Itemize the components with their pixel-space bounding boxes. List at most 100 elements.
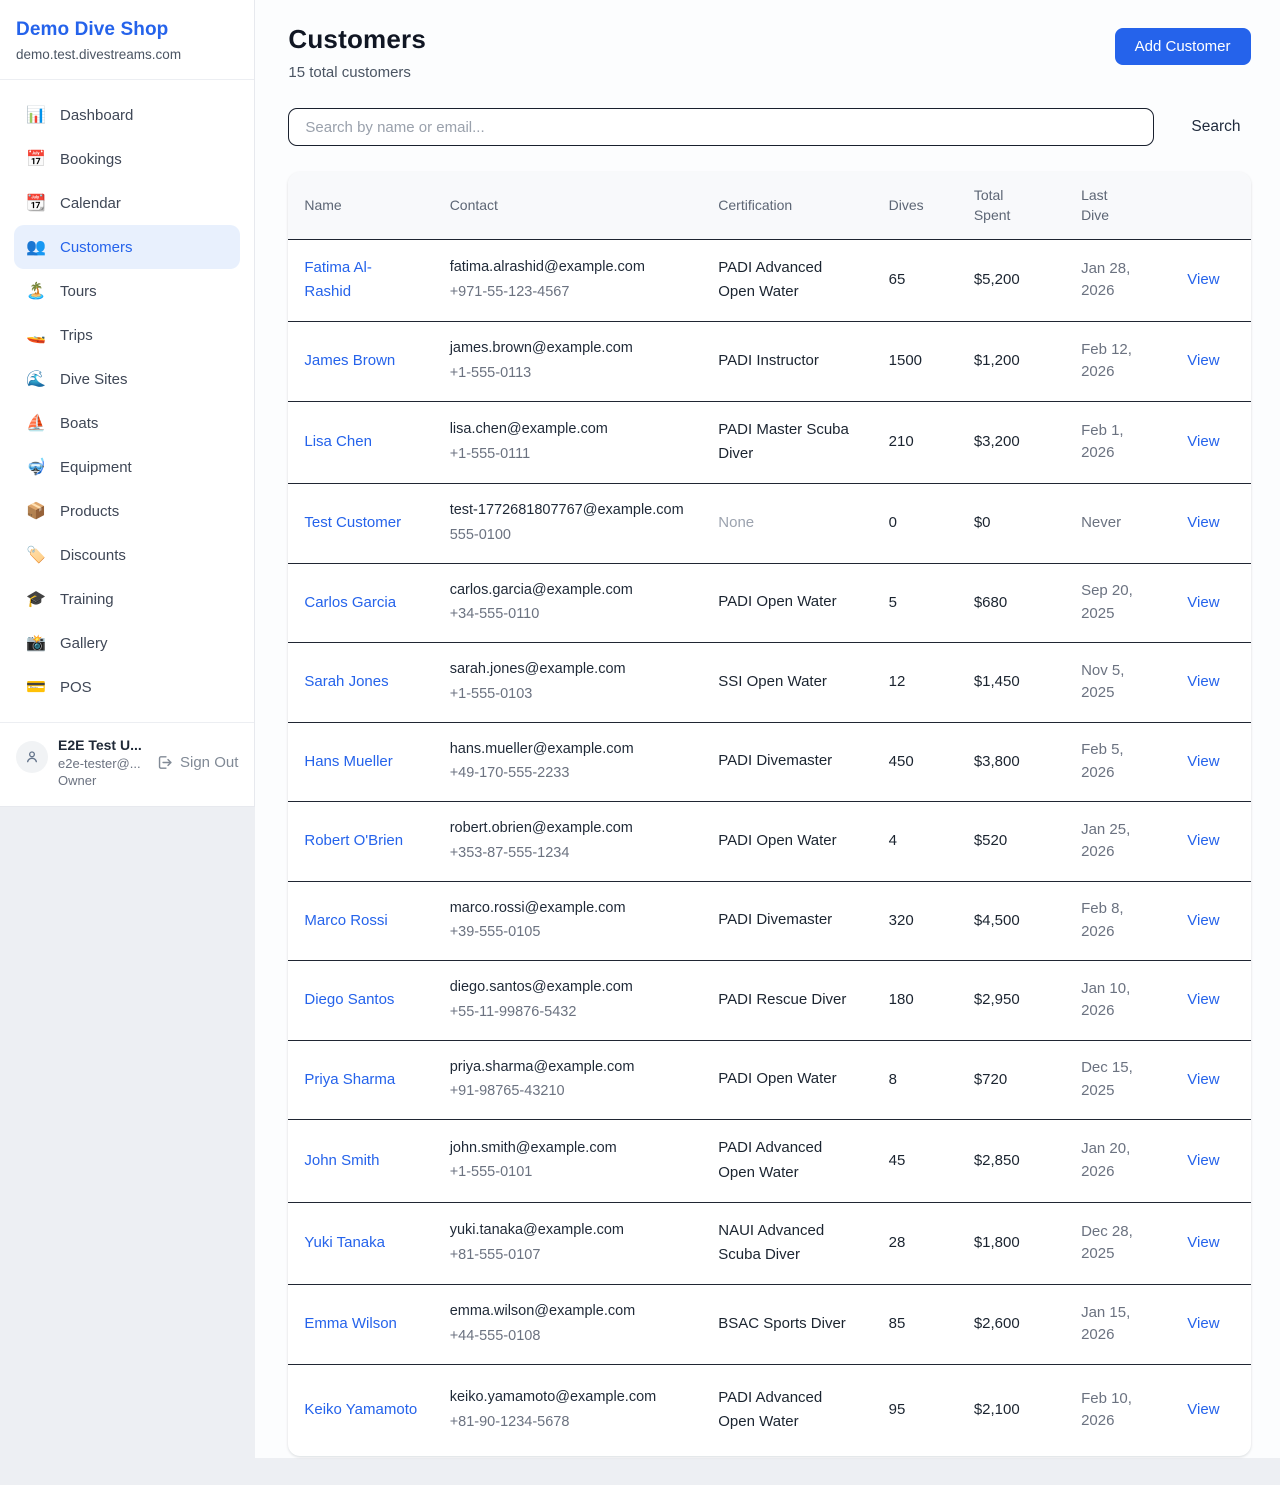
column-header-certification: Certification bbox=[702, 172, 872, 239]
customer-phone: +1-555-0103 bbox=[450, 684, 687, 706]
customer-phone: +39-555-0105 bbox=[450, 922, 687, 944]
customer-name-link[interactable]: Yuki Tanaka bbox=[304, 1231, 385, 1255]
customer-phone: +81-555-0107 bbox=[450, 1245, 687, 1267]
customer-total-spent: $3,200 bbox=[974, 433, 1020, 450]
customer-name-link[interactable]: Emma Wilson bbox=[304, 1312, 397, 1336]
customer-last-dive: Feb 12, 2026 bbox=[1081, 341, 1132, 381]
page-header-text: Customers 15 total customers bbox=[288, 24, 426, 81]
sidebar-item-products[interactable]: 📦 Products bbox=[14, 489, 240, 533]
customer-email: diego.santos@example.com bbox=[450, 977, 687, 999]
view-customer-link[interactable]: View bbox=[1187, 594, 1219, 611]
customer-name-link[interactable]: Sarah Jones bbox=[304, 670, 388, 694]
customer-total-spent: $720 bbox=[974, 1071, 1007, 1088]
tours-icon: 🏝️ bbox=[26, 281, 46, 301]
add-customer-button[interactable]: Add Customer bbox=[1115, 28, 1251, 65]
view-customer-link[interactable]: View bbox=[1187, 1152, 1219, 1169]
sidebar-item-trips[interactable]: 🚤 Trips bbox=[14, 313, 240, 357]
column-header-contact: Contact bbox=[434, 172, 703, 239]
customer-total-spent: $1,200 bbox=[974, 352, 1020, 369]
sidebar-item-tours[interactable]: 🏝️ Tours bbox=[14, 269, 240, 313]
view-customer-link[interactable]: View bbox=[1187, 1234, 1219, 1251]
sidebar-item-calendar[interactable]: 📆 Calendar bbox=[14, 181, 240, 225]
view-customer-link[interactable]: View bbox=[1187, 514, 1219, 531]
customer-name-link[interactable]: Carlos Garcia bbox=[304, 591, 396, 615]
table-row: Yuki Tanaka yuki.tanaka@example.com +81-… bbox=[288, 1202, 1250, 1285]
customer-certification: PADI Advanced Open Water bbox=[718, 1386, 856, 1436]
boats-icon: ⛵ bbox=[26, 413, 46, 433]
customer-certification: PADI Open Water bbox=[718, 590, 856, 615]
sidebar-item-customers[interactable]: 👥 Customers bbox=[14, 225, 240, 269]
view-customer-link[interactable]: View bbox=[1187, 352, 1219, 369]
view-customer-link[interactable]: View bbox=[1187, 271, 1219, 288]
table-row: Sarah Jones sarah.jones@example.com +1-5… bbox=[288, 643, 1250, 723]
customer-total-spent: $2,600 bbox=[974, 1315, 1020, 1332]
sidebar-item-label: Bookings bbox=[60, 151, 122, 168]
customer-name-link[interactable]: Keiko Yamamoto bbox=[304, 1398, 417, 1422]
customer-certification: BSAC Sports Diver bbox=[718, 1312, 856, 1337]
sidebar-item-label: Products bbox=[60, 503, 119, 520]
customer-name-link[interactable]: Hans Mueller bbox=[304, 750, 392, 774]
customer-email: john.smith@example.com bbox=[450, 1138, 687, 1160]
customer-name-link[interactable]: Lisa Chen bbox=[304, 430, 372, 454]
sidebar-item-boats[interactable]: ⛵ Boats bbox=[14, 401, 240, 445]
customer-email: sarah.jones@example.com bbox=[450, 659, 687, 681]
column-header-dives: Dives bbox=[873, 172, 958, 239]
view-customer-link[interactable]: View bbox=[1187, 1315, 1219, 1332]
view-customer-link[interactable]: View bbox=[1187, 912, 1219, 929]
customer-name-link[interactable]: Robert O'Brien bbox=[304, 829, 403, 853]
search-button[interactable]: Search bbox=[1181, 112, 1250, 142]
view-customer-link[interactable]: View bbox=[1187, 1071, 1219, 1088]
view-customer-link[interactable]: View bbox=[1187, 1401, 1219, 1418]
customer-phone: +1-555-0111 bbox=[450, 444, 687, 466]
customer-certification: None bbox=[718, 511, 856, 536]
table-row: Test Customer test-1772681807767@example… bbox=[288, 484, 1250, 564]
customer-name-link[interactable]: Diego Santos bbox=[304, 988, 394, 1012]
table-row: Robert O'Brien robert.obrien@example.com… bbox=[288, 802, 1250, 882]
sidebar-item-pos[interactable]: 💳 POS bbox=[14, 665, 240, 709]
sidebar-item-gallery[interactable]: 📸 Gallery bbox=[14, 621, 240, 665]
customer-certification: PADI Rescue Diver bbox=[718, 988, 856, 1013]
customer-name-link[interactable]: John Smith bbox=[304, 1149, 379, 1173]
sidebar-item-label: Dashboard bbox=[60, 107, 133, 124]
sidebar-item-label: Tours bbox=[60, 283, 97, 300]
customer-dives: 1500 bbox=[889, 352, 922, 369]
customer-name-link[interactable]: Test Customer bbox=[304, 511, 401, 535]
sign-out-button[interactable]: Sign Out bbox=[156, 754, 238, 771]
sidebar-item-equipment[interactable]: 🤿 Equipment bbox=[14, 445, 240, 489]
customer-name-link[interactable]: James Brown bbox=[304, 349, 395, 373]
sidebar-item-label: Discounts bbox=[60, 547, 126, 564]
products-icon: 📦 bbox=[26, 501, 46, 521]
search-input[interactable] bbox=[288, 108, 1154, 146]
sidebar-item-dashboard[interactable]: 📊 Dashboard bbox=[14, 93, 240, 137]
customer-total-spent: $2,950 bbox=[974, 991, 1020, 1008]
customer-phone: +34-555-0110 bbox=[450, 604, 687, 626]
customer-total-spent: $5,200 bbox=[974, 271, 1020, 288]
column-header-name: Name bbox=[288, 172, 433, 239]
customer-dives: 320 bbox=[889, 912, 914, 929]
customer-name-link[interactable]: Priya Sharma bbox=[304, 1068, 395, 1092]
sidebar-header: Demo Dive Shop demo.test.divestreams.com bbox=[0, 0, 254, 80]
customer-phone: +1-555-0101 bbox=[450, 1162, 687, 1184]
view-customer-link[interactable]: View bbox=[1187, 433, 1219, 450]
sidebar-item-dive-sites[interactable]: 🌊 Dive Sites bbox=[14, 357, 240, 401]
view-customer-link[interactable]: View bbox=[1187, 832, 1219, 849]
view-customer-link[interactable]: View bbox=[1187, 673, 1219, 690]
sidebar-item-training[interactable]: 🎓 Training bbox=[14, 577, 240, 621]
pos-icon: 💳 bbox=[26, 677, 46, 697]
page-title: Customers bbox=[288, 24, 426, 55]
customer-certification: NAUI Advanced Scuba Diver bbox=[718, 1219, 856, 1269]
customer-name-link[interactable]: Fatima Al-Rashid bbox=[304, 256, 417, 304]
customer-last-dive: Nov 5, 2025 bbox=[1081, 662, 1124, 702]
customer-name-link[interactable]: Marco Rossi bbox=[304, 909, 387, 933]
table-row: Lisa Chen lisa.chen@example.com +1-555-0… bbox=[288, 401, 1250, 484]
table-row: James Brown james.brown@example.com +1-5… bbox=[288, 322, 1250, 402]
customer-phone: +971-55-123-4567 bbox=[450, 282, 687, 304]
customer-last-dive: Feb 8, 2026 bbox=[1081, 900, 1124, 940]
avatar bbox=[16, 741, 48, 773]
sidebar-item-discounts[interactable]: 🏷️ Discounts bbox=[14, 533, 240, 577]
customer-email: robert.obrien@example.com bbox=[450, 818, 687, 840]
view-customer-link[interactable]: View bbox=[1187, 753, 1219, 770]
customer-email: james.brown@example.com bbox=[450, 338, 687, 360]
view-customer-link[interactable]: View bbox=[1187, 991, 1219, 1008]
sidebar-item-bookings[interactable]: 📅 Bookings bbox=[14, 137, 240, 181]
